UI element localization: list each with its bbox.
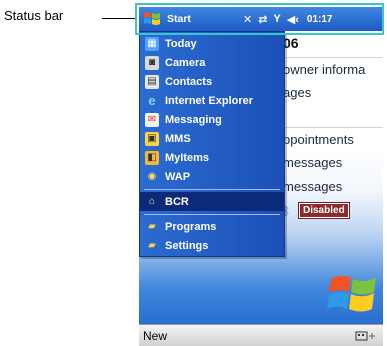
input-panel-icon[interactable] — [355, 329, 377, 343]
messages-summary[interactable]: ages — [283, 85, 311, 100]
menu-item-programs[interactable]: ▰ Programs — [140, 217, 284, 236]
menu-item-camera[interactable]: ◙ Camera — [140, 53, 284, 72]
menu-separator — [144, 189, 280, 190]
status-bar-annotation: Status bar — [4, 8, 64, 23]
menu-item-label: Camera — [165, 56, 206, 69]
menu-item-label: Internet Explorer — [165, 94, 254, 107]
menu-item-label: WAP — [165, 170, 191, 183]
windows-logo-icon — [327, 275, 376, 312]
internet-explorer-icon: e — [148, 93, 156, 108]
menu-item-messaging[interactable]: ✉ Messaging — [140, 110, 284, 129]
menu-item-internet-explorer[interactable]: e Internet Explorer — [140, 91, 284, 110]
wap-icon: ◉ — [147, 171, 157, 182]
menu-item-label: Today — [165, 37, 197, 50]
programs-folder-icon: ▰ — [148, 221, 156, 232]
menu-item-label: Messaging — [165, 113, 222, 126]
menu-item-contacts[interactable]: ▤ Contacts — [140, 72, 284, 91]
appointments-summary[interactable]: ppointments — [283, 132, 354, 147]
start-menu: ▦ Today ◙ Camera ▤ Contacts e Internet E… — [139, 31, 285, 257]
mail-summary[interactable]: messages — [283, 155, 342, 170]
bluetooth-status-badge: Disabled — [298, 202, 350, 219]
menu-item-wap[interactable]: ◉ WAP — [140, 167, 284, 186]
menu-separator — [144, 214, 280, 215]
myitems-icon: ◧ — [145, 150, 159, 165]
menu-item-label: Programs — [165, 220, 217, 233]
divider — [279, 127, 383, 128]
pocket-pc-screen: Start ✕ ⇄ Y ◀‹ 01:17 06 owner informa ag… — [139, 7, 383, 346]
mms-icon: ▣ — [145, 131, 159, 146]
mail-summary[interactable]: messages — [283, 179, 342, 194]
bcr-icon: ⌂ — [148, 196, 156, 207]
annotation-leader-line — [102, 18, 135, 19]
menu-item-label: MyItems — [165, 151, 210, 164]
contacts-icon: ▤ — [145, 74, 159, 89]
settings-folder-icon: ▰ — [148, 240, 156, 251]
bluetooth-row[interactable]: ᛒ Disabled — [283, 202, 350, 219]
menu-item-myitems[interactable]: ◧ MyItems — [140, 148, 284, 167]
menu-item-today[interactable]: ▦ Today — [140, 34, 284, 53]
menu-item-label: MMS — [165, 132, 191, 145]
camera-icon: ◙ — [145, 55, 159, 70]
softkey-bar: New — [139, 324, 383, 346]
today-date[interactable]: 06 — [283, 35, 299, 51]
owner-information[interactable]: owner informa — [283, 62, 365, 77]
menu-item-label: Settings — [165, 239, 209, 252]
today-icon: ▦ — [145, 36, 159, 51]
menu-item-bcr[interactable]: ⌂ BCR — [140, 192, 284, 211]
new-softkey[interactable]: New — [143, 329, 167, 343]
status-bar-highlight-frame — [135, 3, 384, 35]
menu-item-mms[interactable]: ▣ MMS — [140, 129, 284, 148]
menu-item-label: Contacts — [165, 75, 213, 88]
messaging-icon: ✉ — [145, 112, 159, 127]
menu-item-label: BCR — [165, 195, 189, 208]
divider — [279, 57, 383, 58]
menu-item-settings[interactable]: ▰ Settings — [140, 236, 284, 255]
